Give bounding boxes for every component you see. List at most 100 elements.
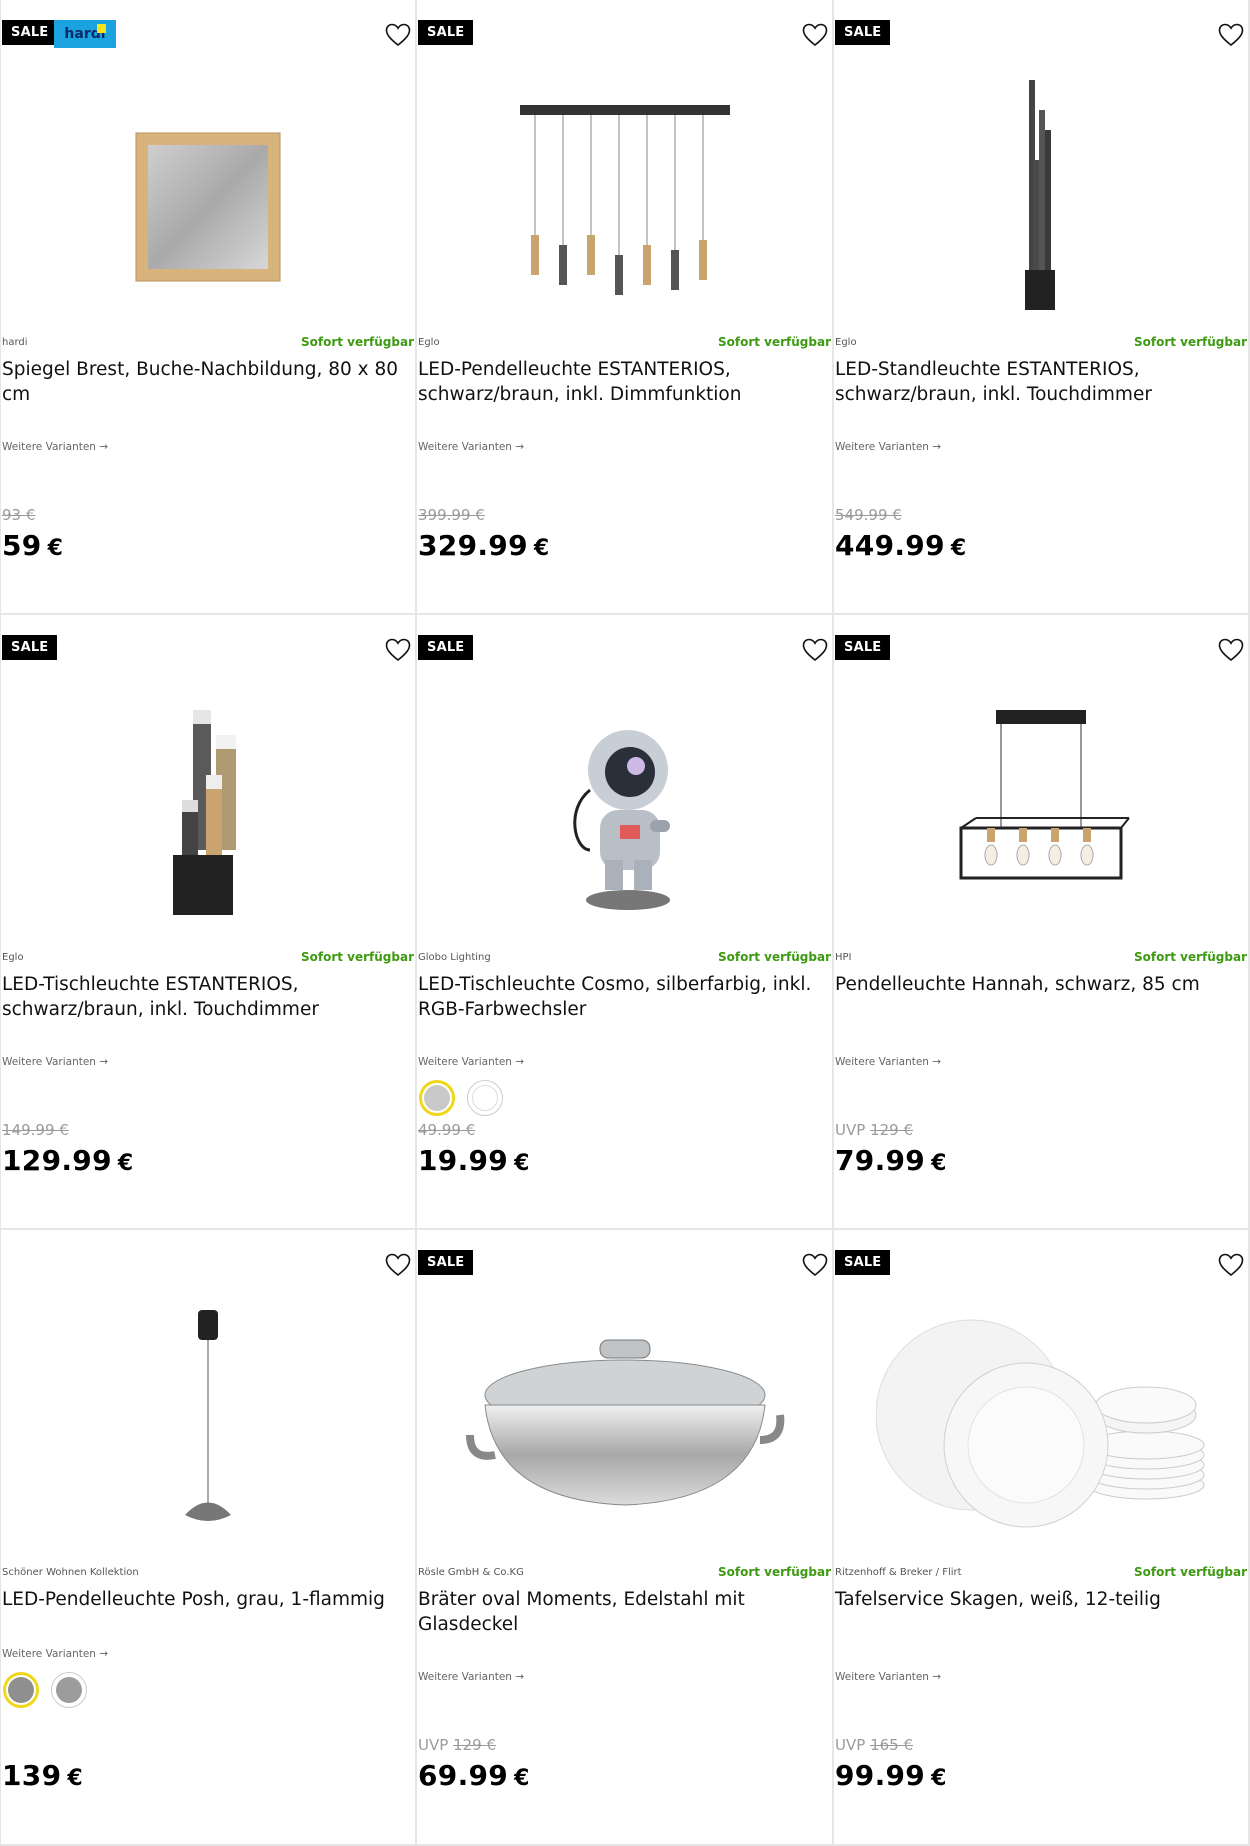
current-price: 139 €: [2, 1759, 83, 1792]
old-price: UVP 165 €: [835, 1736, 913, 1754]
product-image[interactable]: [417, 1290, 832, 1560]
uvp-label: UVP: [418, 1736, 449, 1754]
sale-badge: SALE: [835, 20, 891, 45]
product-image[interactable]: [417, 60, 832, 330]
availability-label: Sofort verfügbar: [300, 335, 414, 349]
wishlist-heart-icon[interactable]: [1216, 1250, 1246, 1280]
uvp-label: UVP: [835, 1736, 866, 1754]
product-card[interactable]: SALE Ritzenhoff & Breker / Flirt Sofort ve…: [834, 1230, 1250, 1846]
wishlist-heart-icon[interactable]: [383, 20, 413, 50]
product-image[interactable]: [1, 1290, 415, 1560]
product-card[interactable]: SALE HPI Sofort verfügbar Pendelleuchte Han…: [834, 615, 1250, 1230]
strikethrough-price: 149.99 €: [2, 1121, 69, 1139]
current-price: 449.99 €: [835, 529, 967, 562]
product-title[interactable]: LED-Pendelleuchte ESTANTERIOS, schwarz/b…: [418, 357, 828, 407]
current-price: 329.99 €: [418, 529, 550, 562]
more-variants-link[interactable]: Weitere Varianten →: [835, 1671, 941, 1683]
more-variants-link[interactable]: Weitere Varianten →: [2, 441, 108, 453]
strikethrough-price: 165 €: [870, 1736, 914, 1754]
wishlist-heart-icon[interactable]: [1216, 635, 1246, 665]
more-variants-link[interactable]: Weitere Varianten →: [418, 1056, 524, 1068]
strikethrough-price: 549.99 €: [835, 506, 902, 524]
old-price: 399.99 €: [418, 506, 485, 524]
product-title[interactable]: Spiegel Brest, Buche-Nachbildung, 80 x 8…: [2, 357, 411, 407]
old-price: 149.99 €: [2, 1121, 69, 1139]
product-image[interactable]: [834, 675, 1248, 945]
strikethrough-price: 49.99 €: [418, 1121, 476, 1139]
color-swatches: [3, 1672, 87, 1708]
product-title[interactable]: Bräter oval Moments, Edelstahl mit Glasd…: [418, 1587, 828, 1637]
old-price: UVP 129 €: [418, 1736, 496, 1754]
old-price: 49.99 €: [418, 1121, 475, 1139]
brand-logo-badge: hardi: [54, 20, 116, 48]
strikethrough-price: 129 €: [870, 1121, 914, 1139]
color-swatch[interactable]: [419, 1080, 455, 1116]
product-brand: Eglo: [2, 952, 24, 963]
product-brand: HPI: [835, 952, 852, 963]
product-card[interactable]: SALE Eglo Sofort verfügbar LED-Standleuchte…: [834, 0, 1250, 615]
current-price: 59 €: [2, 529, 64, 562]
product-title[interactable]: LED-Tischleuchte Cosmo, silberfarbig, in…: [418, 972, 828, 1022]
availability-label: Sofort verfügbar: [717, 1565, 831, 1579]
old-price: UVP 129 €: [835, 1121, 913, 1139]
wishlist-heart-icon[interactable]: [800, 20, 830, 50]
product-image[interactable]: [834, 60, 1248, 330]
wishlist-heart-icon[interactable]: [800, 1250, 830, 1280]
product-card[interactable]: SALE Eglo Sofort verfügbar LED-Pendelleucht…: [417, 0, 834, 615]
product-title[interactable]: Tafelservice Skagen, weiß, 12-teilig: [835, 1587, 1244, 1612]
product-brand: Eglo: [835, 337, 857, 348]
wishlist-heart-icon[interactable]: [383, 635, 413, 665]
more-variants-link[interactable]: Weitere Varianten →: [418, 1671, 524, 1683]
product-grid: SALE hardi hardi Sofort verfügbar Spiegel Br…: [0, 0, 1250, 1846]
old-price: 549.99 €: [835, 506, 902, 524]
availability-label: Sofort verfügbar: [1133, 335, 1247, 349]
product-title[interactable]: LED-Standleuchte ESTANTERIOS, schwarz/br…: [835, 357, 1244, 407]
sale-badge: SALE: [835, 635, 891, 660]
current-price: 129.99 €: [2, 1144, 134, 1177]
more-variants-link[interactable]: Weitere Varianten →: [835, 1056, 941, 1068]
product-image[interactable]: [417, 675, 832, 945]
current-price: 19.99 €: [418, 1144, 530, 1177]
availability-label: Sofort verfügbar: [300, 950, 414, 964]
color-swatch[interactable]: [467, 1080, 503, 1116]
product-card[interactable]: SALE Eglo Sofort verfügbar LED-Tischleuchte…: [0, 615, 417, 1230]
strikethrough-price: 93 €: [2, 506, 36, 524]
more-variants-link[interactable]: Weitere Varianten →: [2, 1648, 108, 1660]
old-price: 93 €: [2, 506, 35, 524]
wishlist-heart-icon[interactable]: [383, 1250, 413, 1280]
wishlist-heart-icon[interactable]: [800, 635, 830, 665]
product-title[interactable]: Pendelleuchte Hannah, schwarz, 85 cm: [835, 972, 1244, 997]
availability-label: Sofort verfügbar: [717, 335, 831, 349]
product-card[interactable]: SALE Rösle GmbH & Co.KG Sofort verfügbar Br…: [417, 1230, 834, 1846]
current-price: 69.99 €: [418, 1759, 530, 1792]
sale-badge: SALE: [2, 20, 58, 45]
product-title[interactable]: LED-Pendelleuchte Posh, grau, 1-flammig: [2, 1587, 411, 1612]
current-price: 79.99 €: [835, 1144, 947, 1177]
sale-badge: SALE: [835, 1250, 891, 1275]
product-brand: Globo Lighting: [418, 952, 491, 963]
strikethrough-price: 399.99 €: [418, 506, 485, 524]
more-variants-link[interactable]: Weitere Varianten →: [418, 441, 524, 453]
product-title[interactable]: LED-Tischleuchte ESTANTERIOS, schwarz/br…: [2, 972, 411, 1022]
color-swatch[interactable]: [51, 1672, 87, 1708]
more-variants-link[interactable]: Weitere Varianten →: [2, 1056, 108, 1068]
product-image[interactable]: [834, 1290, 1248, 1560]
color-swatch[interactable]: [3, 1672, 39, 1708]
sale-badge: SALE: [418, 635, 474, 660]
sale-badge: SALE: [418, 1250, 474, 1275]
more-variants-link[interactable]: Weitere Varianten →: [835, 441, 941, 453]
product-card[interactable]: SALE Globo Lighting Sofort verfügbar LED-Ti…: [417, 615, 834, 1230]
product-card[interactable]: SALE hardi hardi Sofort verfügbar Spiegel Br…: [0, 0, 417, 615]
product-image[interactable]: [1, 675, 415, 945]
sale-badge: SALE: [2, 635, 58, 660]
product-card[interactable]: Schöner Wohnen Kollektion LED-Pendelleuch…: [0, 1230, 417, 1846]
product-brand: hardi: [2, 337, 28, 348]
wishlist-heart-icon[interactable]: [1216, 20, 1246, 50]
product-brand: Ritzenhoff & Breker / Flirt: [835, 1567, 962, 1578]
availability-label: Sofort verfügbar: [717, 950, 831, 964]
product-brand: Eglo: [418, 337, 440, 348]
product-brand: Schöner Wohnen Kollektion: [2, 1567, 139, 1578]
availability-label: Sofort verfügbar: [1133, 950, 1247, 964]
availability-label: Sofort verfügbar: [1133, 1565, 1247, 1579]
product-image[interactable]: [1, 60, 415, 330]
